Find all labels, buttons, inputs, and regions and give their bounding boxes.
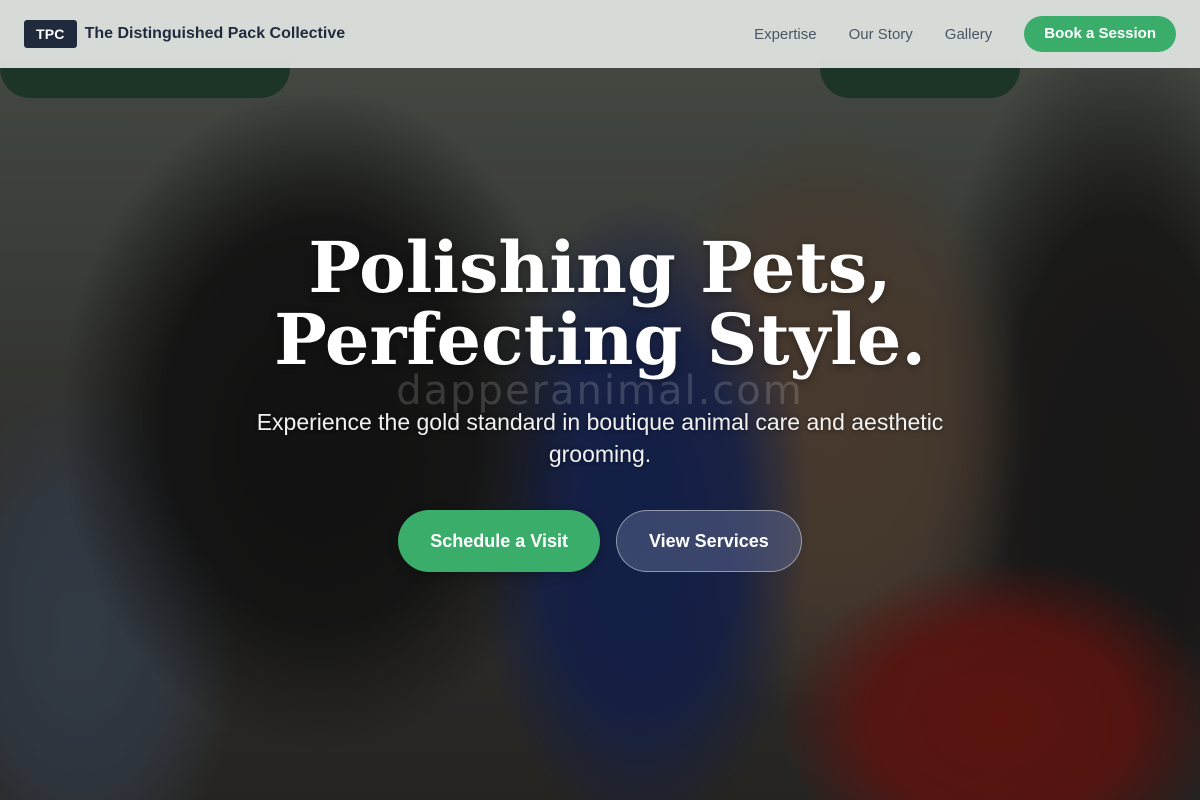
book-session-button[interactable]: Book a Session xyxy=(1024,16,1176,52)
nav-links: Expertise Our Story Gallery Book a Sessi… xyxy=(754,16,1176,52)
logo-badge: TPC xyxy=(24,20,77,48)
view-services-button[interactable]: View Services xyxy=(615,510,802,572)
hero-subtitle: Experience the gold standard in boutique… xyxy=(256,409,944,467)
hero-title: Polishing Pets, Perfecting Style. xyxy=(274,226,926,381)
nav-link-our-story[interactable]: Our Story xyxy=(849,26,913,43)
nav-link-gallery[interactable]: Gallery xyxy=(945,26,993,43)
nav-link-expertise[interactable]: Expertise xyxy=(754,26,817,43)
brand[interactable]: TPC The Distinguished Pack Collective xyxy=(24,20,345,48)
hero-buttons: Schedule a Visit View Services xyxy=(150,510,1050,572)
hero-content: Polishing Pets, Perfecting Style. Experi… xyxy=(150,232,1050,572)
brand-name: The Distinguished Pack Collective xyxy=(84,25,346,42)
hero-section: dapperanimal.com TPC The Distinguished P… xyxy=(0,0,1200,800)
schedule-visit-button[interactable]: Schedule a Visit xyxy=(398,510,600,572)
top-navbar: TPC The Distinguished Pack Collective Ex… xyxy=(0,0,1200,68)
